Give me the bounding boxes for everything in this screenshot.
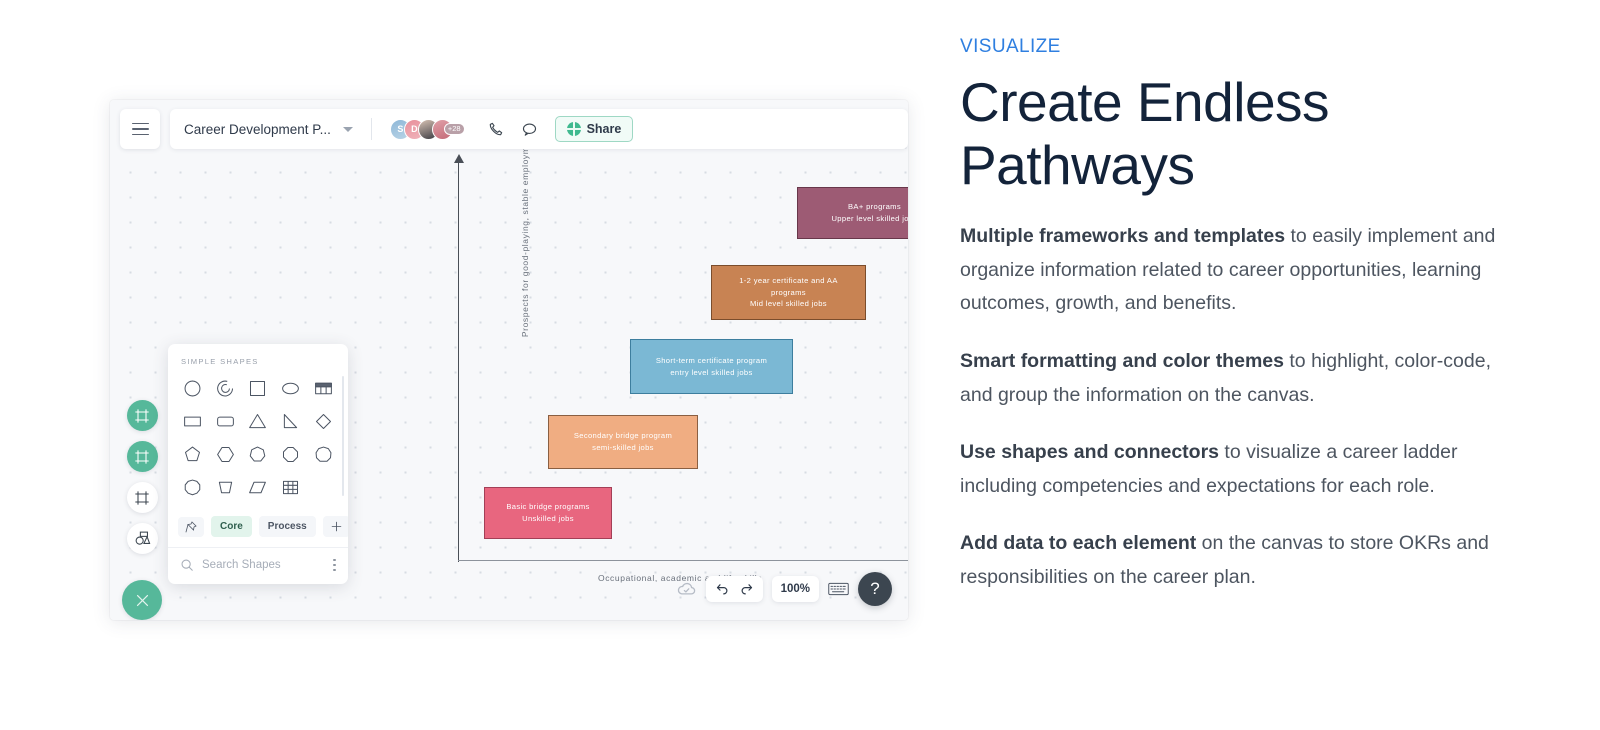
feature-paragraph-4: Add data to each element on the canvas t… (960, 527, 1515, 594)
cloud-check-icon[interactable] (676, 579, 697, 600)
redo-icon[interactable] (739, 582, 754, 597)
shape-square-icon[interactable] (242, 375, 275, 402)
diagram-node-secondary[interactable]: Secondary bridge program semi-skilled job… (548, 415, 698, 469)
feature-paragraph-3: Use shapes and connectors to visualize a… (960, 436, 1515, 503)
diagram-node-short-term[interactable]: Short-term certificate program entry leve… (630, 339, 793, 394)
marketing-pane: VISUALIZE Create Endless Pathways Multip… (960, 0, 1600, 730)
toolbar-divider (370, 118, 372, 140)
feature-paragraph-lead: Smart formatting and color themes (960, 349, 1284, 372)
shapes-panel: SIMPLE SHAPES Core Process Search Shapes (168, 344, 348, 584)
diagram-node-basic[interactable]: Basic bridge programs Unskilled jobs (484, 487, 612, 539)
shapes-grid (168, 375, 348, 509)
app-preview-pane: Career Development P... S D +28 Share Pr… (0, 0, 960, 730)
x-axis (458, 560, 908, 562)
search-shapes-input[interactable]: Search Shapes (202, 559, 325, 571)
collaborator-avatars[interactable]: S D +28 (389, 118, 465, 140)
frame-icon[interactable] (126, 400, 158, 431)
close-toolbar-button[interactable] (122, 580, 162, 620)
feature-paragraph-lead: Add data to each element (960, 532, 1197, 555)
avatar-initial: D (411, 124, 418, 134)
zoom-level-button[interactable]: 100% (771, 576, 819, 602)
search-shapes-row[interactable]: Search Shapes (168, 548, 348, 584)
pin-icon[interactable] (178, 516, 204, 537)
page-root: Career Development P... S D +28 Share Pr… (0, 0, 1600, 730)
shape-table-header-icon[interactable] (307, 375, 340, 402)
hamburger-icon[interactable] (120, 109, 160, 149)
undo-redo-group (705, 576, 763, 602)
search-icon (181, 559, 193, 571)
share-label: Share (586, 122, 622, 136)
frame-icon[interactable] (126, 441, 158, 472)
chevron-down-icon[interactable] (342, 126, 353, 132)
shape-rectangle-icon[interactable] (176, 408, 209, 435)
shapes-tab-core[interactable]: Core (211, 516, 252, 537)
shape-decagon-icon[interactable] (176, 474, 209, 501)
more-vertical-icon[interactable] (333, 558, 336, 572)
shape-trapezoid-icon[interactable] (209, 474, 242, 501)
undo-icon[interactable] (715, 582, 730, 597)
shape-circle-icon[interactable] (176, 375, 209, 402)
shape-grid-table-icon[interactable] (274, 474, 307, 501)
shapes-panel-scrollbar[interactable] (341, 376, 344, 496)
zoom-level-value: 100% (780, 583, 810, 595)
diagram-node-upper-level[interactable]: BA+ programsUpper level skilled jobs (797, 187, 908, 239)
page-title: Create Endless Pathways (960, 71, 1330, 196)
feature-paragraph-1: Multiple frameworks and templates to eas… (960, 220, 1515, 321)
feature-paragraphs: Multiple frameworks and templates to eas… (960, 220, 1515, 594)
comment-bubble-icon[interactable] (517, 116, 543, 142)
help-button[interactable]: ? (858, 572, 892, 606)
avatar-initial: S (397, 124, 404, 134)
globe-icon (566, 122, 581, 136)
shape-heptagon-icon[interactable] (242, 441, 275, 468)
shape-parallelogram-icon[interactable] (242, 474, 275, 501)
feature-paragraph-2: Smart formatting and color themes to hig… (960, 345, 1515, 412)
shape-rounded-rectangle-icon[interactable] (209, 408, 242, 435)
keyboard-icon[interactable] (828, 581, 849, 597)
shape-ellipse-icon[interactable] (274, 375, 307, 402)
app-topbar: Career Development P... S D +28 Share (110, 100, 908, 158)
shapes-icon[interactable] (126, 523, 158, 554)
canvas-bottom-controls: 100% ? (676, 572, 892, 606)
diagram-node-mid-level[interactable]: 1-2 year certificate and AA programs Mid l… (711, 265, 866, 320)
shape-pentagon-icon[interactable] (176, 441, 209, 468)
eyebrow-label: VISUALIZE (960, 36, 1061, 57)
shapes-tab-process[interactable]: Process (258, 516, 316, 537)
avatar-overflow-count[interactable]: +28 (443, 123, 465, 135)
phone-icon[interactable] (483, 116, 509, 142)
feature-paragraph-lead: Multiple frameworks and templates (960, 225, 1286, 248)
shape-diamond-icon[interactable] (307, 408, 340, 435)
shape-triangle-icon[interactable] (242, 408, 275, 435)
document-title[interactable]: Career Development P... (184, 122, 331, 137)
shape-partial-circle-icon[interactable] (209, 375, 242, 402)
app-window: Career Development P... S D +28 Share Pr… (110, 100, 908, 620)
feature-paragraph-lead: Use shapes and connectors (960, 441, 1220, 464)
shape-octagon-icon[interactable] (274, 441, 307, 468)
left-tool-rail (122, 400, 162, 620)
share-button[interactable]: Share (554, 116, 634, 142)
shapes-panel-title: SIMPLE SHAPES (181, 357, 259, 366)
shapes-panel-tabs: Core Process (168, 509, 348, 548)
document-title-bar: Career Development P... S D +28 Share (170, 109, 908, 149)
y-axis (451, 154, 466, 562)
frame-icon[interactable] (126, 482, 158, 513)
shape-hexagon-icon[interactable] (209, 441, 242, 468)
shape-nonagon-icon[interactable] (307, 441, 340, 468)
plus-icon[interactable] (322, 516, 348, 537)
shape-right-triangle-icon[interactable] (274, 408, 307, 435)
